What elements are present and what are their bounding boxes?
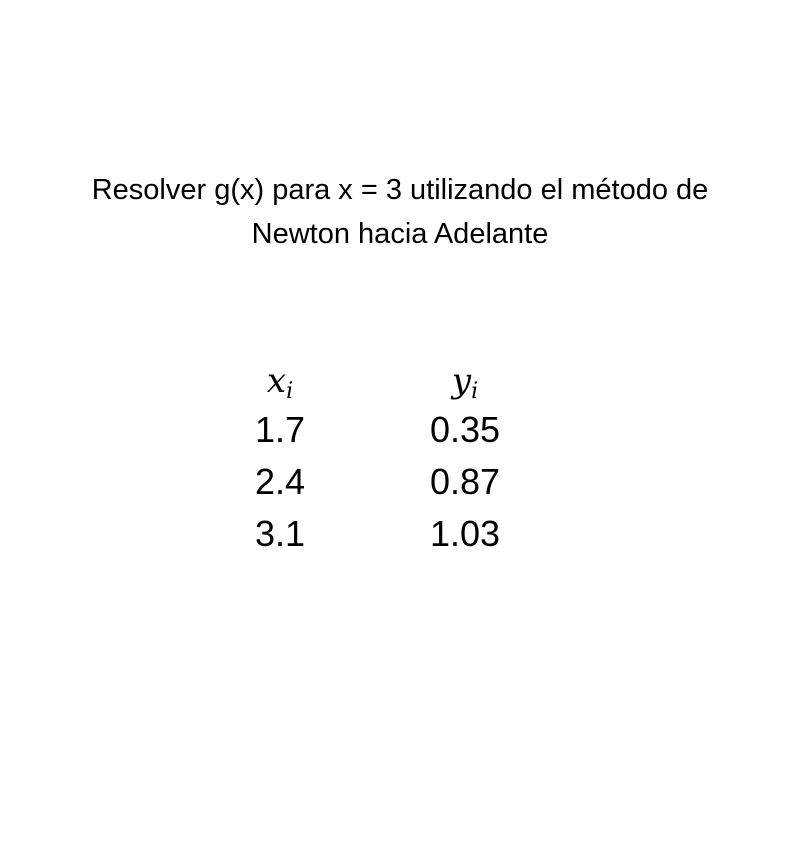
y-header-symbol: y [451,361,472,401]
y-column: yi 0.35 0.87 1.03 [410,358,520,560]
y-column-header: yi [410,358,520,404]
x-column: xi 1.7 2.4 3.1 [230,358,330,560]
x-value: 2.4 [254,461,306,502]
x-header-subscript: i [286,379,294,404]
problem-line-2: Newton hacia Adelante [251,218,549,250]
y-header-subscript: i [471,379,479,404]
y-value: 0.87 [429,461,501,502]
x-value: 3.1 [254,513,306,554]
slide: { "problem": { "line1": "Resolver g(x) p… [0,0,800,850]
y-value: 0.35 [429,409,501,450]
x-column-header: xi [230,358,330,404]
y-value: 1.03 [429,513,501,554]
x-header-symbol: x [266,361,287,401]
x-value: 1.7 [254,409,306,450]
data-table: xi 1.7 2.4 3.1 yi 0.35 0.87 1.03 [0,358,800,558]
problem-line-1: Resolver g(x) para x = 3 utilizando el m… [91,174,709,206]
problem-statement: Resolver g(x) para x = 3 utilizando el m… [0,168,800,256]
